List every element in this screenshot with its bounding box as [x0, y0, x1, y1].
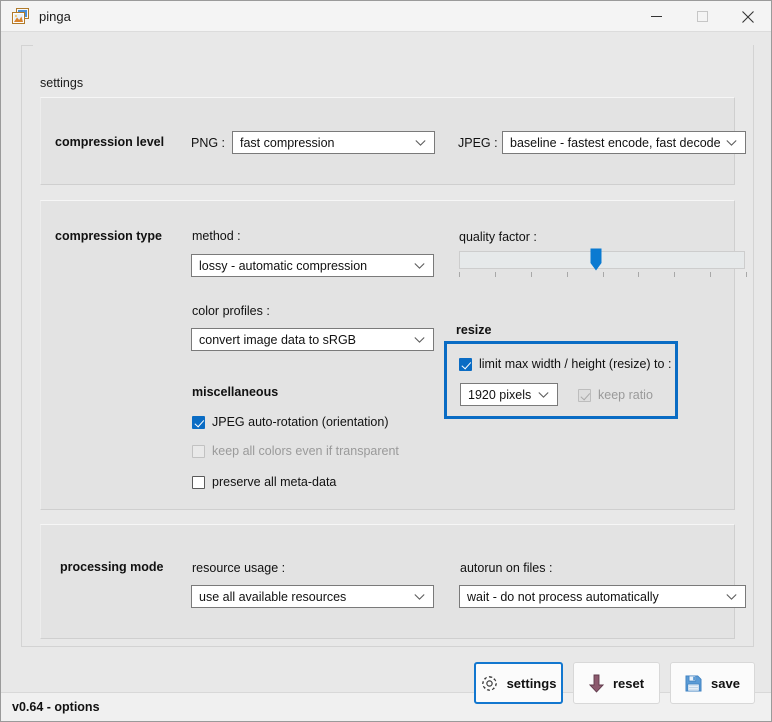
- status-bar-text: v0.64 - options: [12, 700, 100, 714]
- compression-level-title: compression level: [55, 135, 165, 149]
- slider-tick: [459, 272, 460, 277]
- jpeg-compression-value: baseline - fastest encode, fast decode: [510, 135, 721, 150]
- chevron-down-icon: [414, 260, 425, 271]
- png-compression-value: fast compression: [240, 135, 335, 150]
- color-profiles-label: color profiles :: [192, 304, 270, 318]
- chevron-down-icon: [538, 389, 549, 400]
- jpeg-label: JPEG :: [458, 136, 498, 150]
- autorun-label: autorun on files :: [460, 561, 553, 575]
- save-button-label: save: [711, 675, 740, 691]
- color-profiles-select[interactable]: convert image data to sRGB: [191, 328, 434, 351]
- checkbox-jpeg-auto-rotation[interactable]: JPEG auto-rotation (orientation): [192, 415, 388, 429]
- png-compression-select[interactable]: fast compression: [232, 131, 435, 154]
- images-stack-icon: [12, 7, 29, 25]
- gear-icon: [481, 675, 498, 692]
- chevron-down-icon: [415, 137, 426, 148]
- miscellaneous-title: miscellaneous: [192, 385, 279, 399]
- chevron-down-icon: [726, 137, 737, 148]
- resource-usage-select[interactable]: use all available resources: [191, 585, 434, 608]
- checkbox-preserve-meta-data[interactable]: preserve all meta-data: [192, 475, 336, 489]
- reset-button-label: reset: [612, 675, 645, 691]
- slider-tick: [531, 272, 532, 277]
- resize-size-value: 1920 pixels: [468, 387, 532, 402]
- slider-tick: [495, 272, 496, 277]
- method-label: method :: [192, 229, 241, 243]
- quality-factor-slider-ticks: [459, 272, 747, 277]
- settings-button-label: settings: [506, 675, 557, 691]
- method-select[interactable]: lossy - automatic compression: [191, 254, 434, 277]
- title-bar: pinga: [1, 1, 771, 32]
- close-icon: [742, 10, 754, 23]
- save-button[interactable]: save: [670, 662, 755, 704]
- app-window: pinga settings compression level PNG: f…: [0, 0, 772, 722]
- compression-type-title: compression type: [55, 229, 162, 243]
- autorun-select[interactable]: wait - do not process automatically: [459, 585, 746, 608]
- png-label: PNG :: [191, 136, 226, 150]
- checkbox-keep-ratio: keep ratio: [578, 388, 653, 402]
- minimize-button[interactable]: [633, 1, 679, 32]
- settings-groupbox-label: settings: [36, 76, 88, 90]
- color-profiles-value: convert image data to sRGB: [199, 332, 357, 347]
- chevron-down-icon: [726, 591, 737, 602]
- window-controls: [633, 1, 771, 32]
- checkbox-box: [192, 415, 205, 429]
- resize-title: resize: [456, 323, 492, 337]
- slider-tick: [638, 272, 639, 277]
- quality-factor-label: quality factor :: [459, 230, 537, 244]
- checkbox-limit-max-size[interactable]: limit max width / height (resize) to :: [459, 357, 671, 371]
- slider-tick: [567, 272, 568, 277]
- method-value: lossy - automatic compression: [199, 258, 368, 273]
- minimize-icon: [650, 16, 662, 17]
- checkbox-label: preserve all meta-data: [212, 475, 337, 489]
- groupbox-top-line-left: [21, 45, 33, 46]
- checkbox-box: [192, 475, 205, 489]
- chevron-down-icon: [414, 334, 425, 345]
- processing-mode-panel: [40, 524, 735, 639]
- resource-usage-value: use all available resources: [199, 589, 347, 604]
- floppy-disk-icon: [685, 675, 702, 692]
- resize-size-select[interactable]: 1920 pixels: [460, 383, 558, 406]
- quality-factor-slider-thumb[interactable]: [590, 248, 602, 272]
- jpeg-compression-select[interactable]: baseline - fastest encode, fast decode: [502, 131, 746, 154]
- slider-tick: [674, 272, 675, 277]
- slider-tick: [710, 272, 711, 277]
- checkbox-label: JPEG auto-rotation (orientation): [212, 415, 389, 429]
- window-title: pinga: [39, 8, 71, 24]
- slider-tick: [603, 272, 604, 277]
- maximize-button[interactable]: [679, 1, 725, 32]
- checkbox-label: keep ratio: [598, 388, 653, 402]
- content-area: settings compression level PNG : fast co…: [1, 32, 771, 704]
- down-arrow-icon: [588, 674, 604, 693]
- checkbox-box: [192, 444, 205, 458]
- checkbox-keep-all-colors: keep all colors even if transparent: [192, 444, 399, 458]
- chevron-down-icon: [414, 591, 425, 602]
- autorun-value: wait - do not process automatically: [467, 589, 659, 604]
- quality-factor-slider-track[interactable]: [459, 251, 745, 269]
- close-button[interactable]: [725, 1, 771, 32]
- checkbox-box: [459, 357, 472, 371]
- maximize-icon: [696, 11, 708, 22]
- settings-button[interactable]: settings: [474, 662, 563, 704]
- slider-tick: [746, 272, 747, 277]
- checkbox-box: [578, 388, 591, 402]
- checkbox-label: limit max width / height (resize) to :: [479, 357, 672, 371]
- resize-groupbox: limit max width / height (resize) to : 1…: [444, 341, 678, 419]
- checkbox-label: keep all colors even if transparent: [212, 444, 399, 458]
- resource-usage-label: resource usage :: [192, 561, 286, 575]
- processing-mode-title: processing mode: [60, 560, 164, 574]
- reset-button[interactable]: reset: [573, 662, 660, 704]
